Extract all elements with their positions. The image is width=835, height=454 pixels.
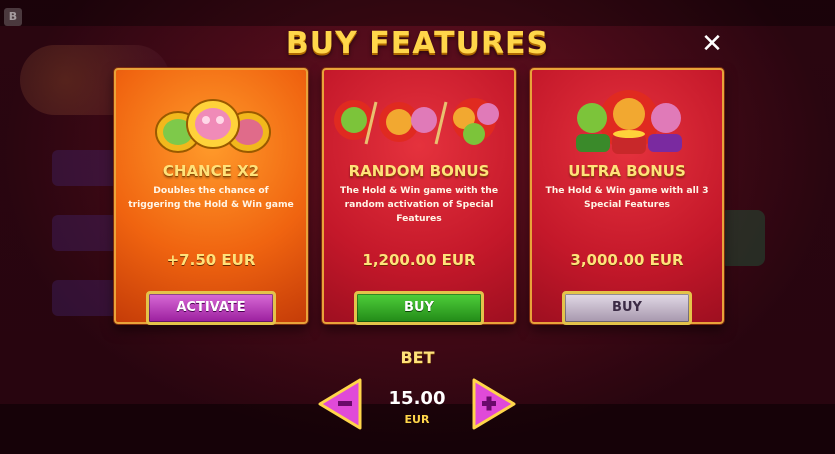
bet-value: 15.00	[388, 388, 446, 409]
increase-bet-icon[interactable]	[472, 378, 516, 430]
close-icon[interactable]: ✕	[700, 31, 724, 57]
feature-card-random-bonus: RANDOM BONUS The Hold & Win game with th…	[322, 68, 516, 325]
card-description: The Hold & Win game with the random acti…	[339, 185, 499, 224]
menu-b-icon: B	[4, 8, 22, 26]
card-description: The Hold & Win game with all 3 Special F…	[545, 185, 709, 210]
three-coins-icon	[155, 99, 271, 153]
card-price: +7.50 EUR	[166, 251, 256, 269]
jackpot-minor-background	[52, 215, 122, 251]
monkeys-random-icon	[334, 98, 499, 145]
top-bar-background	[0, 0, 835, 26]
buy-ultra-bonus-button[interactable]: BUY	[562, 291, 692, 325]
card-description: Doubles the chance of triggering the Hol…	[128, 185, 294, 210]
shop-cart-background	[719, 210, 765, 266]
bet-currency: EUR	[404, 413, 430, 426]
card-title: CHANCE X2	[162, 162, 260, 180]
three-monkeys-pots-icon	[576, 90, 682, 154]
card-price: 3,000.00 EUR	[570, 251, 684, 269]
bottom-bar-background	[0, 404, 835, 454]
jackpot-mini-background	[52, 280, 122, 316]
jackpot-major-background	[52, 150, 122, 186]
feature-card-chance-x2: CHANCE X2 Doubles the chance of triggeri…	[114, 68, 308, 325]
card-title: ULTRA BONUS	[568, 162, 686, 180]
card-price: 1,200.00 EUR	[362, 251, 476, 269]
card-title: RANDOM BONUS	[348, 162, 490, 180]
buy-random-bonus-button[interactable]: BUY	[354, 291, 484, 325]
bet-label: BET	[400, 348, 435, 367]
decrease-bet-icon[interactable]	[318, 378, 362, 430]
activate-button[interactable]: ACTIVATE	[146, 291, 276, 325]
feature-card-ultra-bonus: ULTRA BONUS The Hold & Win game with all…	[530, 68, 724, 325]
